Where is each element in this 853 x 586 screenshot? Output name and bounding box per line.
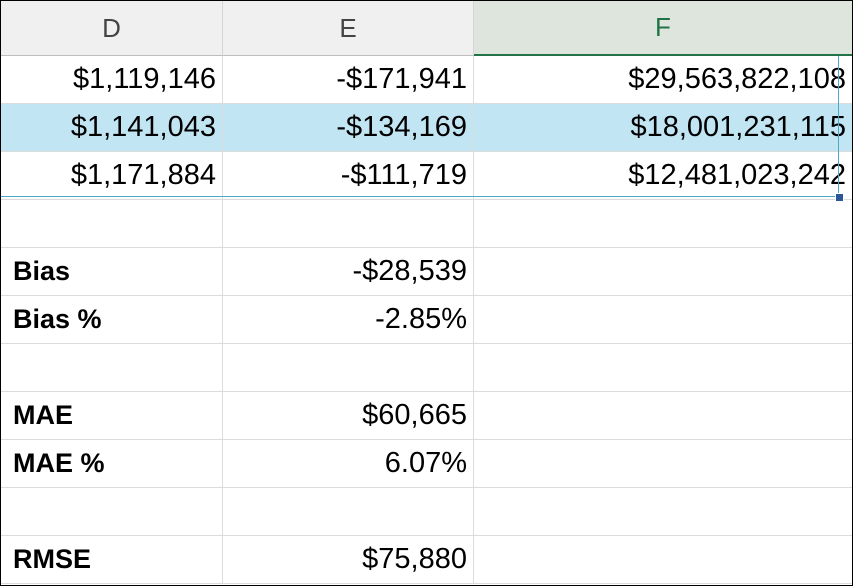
label-mae-percent[interactable]: MAE % <box>1 440 223 488</box>
cell-f6[interactable] <box>474 296 852 344</box>
cell-d2[interactable]: $1,141,043 <box>1 104 223 152</box>
cell-e3[interactable]: -$111,719 <box>223 152 474 200</box>
cell-d4[interactable] <box>1 200 223 248</box>
spreadsheet-grid: D E F $1,119,146 -$171,941 $29,563,822,1… <box>0 0 853 586</box>
cell-f11[interactable] <box>474 536 852 584</box>
label-bias-percent[interactable]: Bias % <box>1 296 223 344</box>
column-header-f[interactable]: F <box>474 1 852 56</box>
cell-f9[interactable] <box>474 440 852 488</box>
value-bias-percent[interactable]: -2.85% <box>223 296 474 344</box>
cell-e10[interactable] <box>223 488 474 536</box>
fill-handle[interactable] <box>835 193 844 202</box>
column-header-e[interactable]: E <box>223 1 474 56</box>
cell-f2[interactable]: $18,001,231,115 <box>474 104 852 152</box>
cell-f1[interactable]: $29,563,822,108 <box>474 56 852 104</box>
cell-f5[interactable] <box>474 248 852 296</box>
cell-d3[interactable]: $1,171,884 <box>1 152 223 200</box>
cell-d10[interactable] <box>1 488 223 536</box>
cell-e4[interactable] <box>223 200 474 248</box>
value-rmse[interactable]: $75,880 <box>223 536 474 584</box>
cell-f4[interactable] <box>474 200 852 248</box>
cell-d7[interactable] <box>1 344 223 392</box>
column-header-d[interactable]: D <box>1 1 223 56</box>
cell-f8[interactable] <box>474 392 852 440</box>
cell-f7[interactable] <box>474 344 852 392</box>
cell-f10[interactable] <box>474 488 852 536</box>
label-bias[interactable]: Bias <box>1 248 223 296</box>
cell-f3[interactable]: $12,481,023,242 <box>474 152 852 200</box>
value-mae-percent[interactable]: 6.07% <box>223 440 474 488</box>
cell-e1[interactable]: -$171,941 <box>223 56 474 104</box>
label-mae[interactable]: MAE <box>1 392 223 440</box>
value-bias[interactable]: -$28,539 <box>223 248 474 296</box>
value-mae[interactable]: $60,665 <box>223 392 474 440</box>
cell-e7[interactable] <box>223 344 474 392</box>
cell-d1[interactable]: $1,119,146 <box>1 56 223 104</box>
cell-e2[interactable]: -$134,169 <box>223 104 474 152</box>
label-rmse[interactable]: RMSE <box>1 536 223 584</box>
